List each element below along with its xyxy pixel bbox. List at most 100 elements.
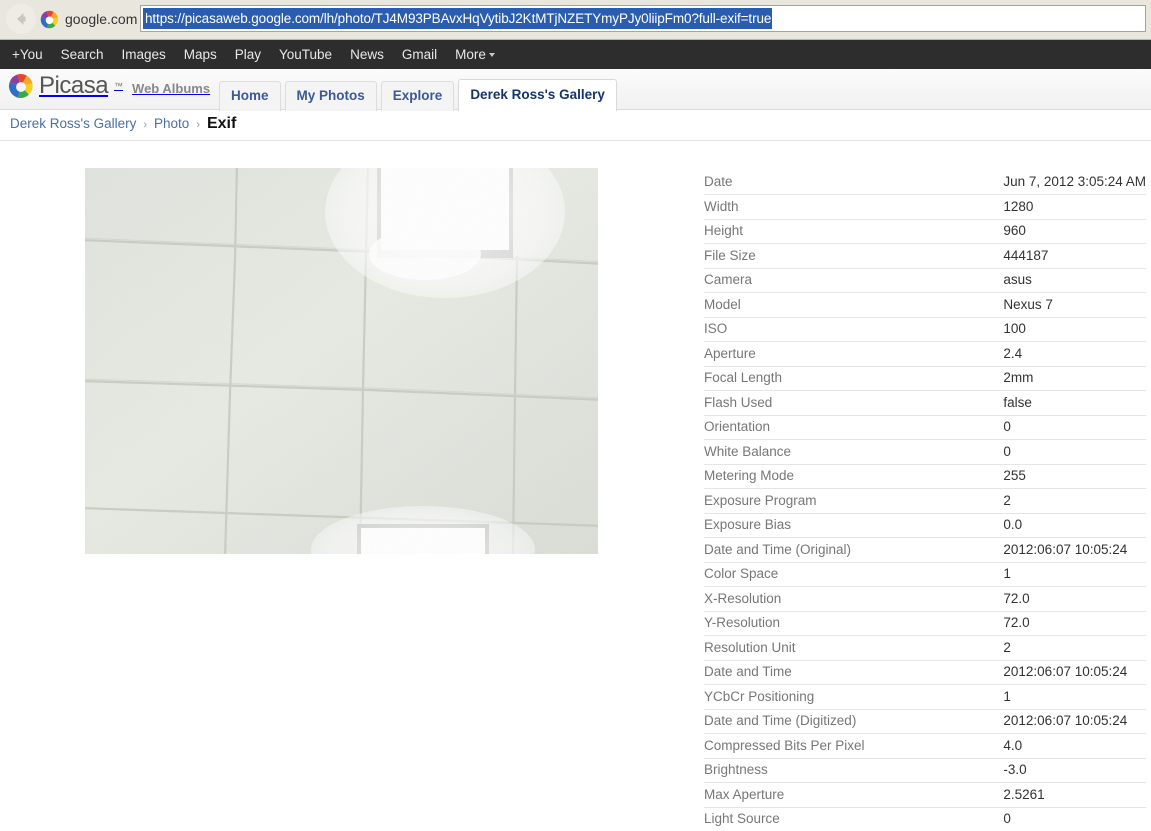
- picasa-header: Picasa ™ Web Albums Home My Photos Explo…: [0, 69, 1151, 111]
- exif-value: 2012:06:07 10:05:24: [1003, 709, 1146, 734]
- exif-key: Orientation: [704, 415, 1004, 440]
- back-button[interactable]: [6, 4, 36, 34]
- gnav-item-maps[interactable]: Maps: [175, 47, 226, 62]
- table-row: Height 960: [704, 219, 1146, 244]
- google-nav-bar: +You Search Images Maps Play YouTube New…: [0, 40, 1151, 69]
- exif-key: Y-Resolution: [704, 611, 1004, 636]
- table-row: Model Nexus 7: [704, 292, 1146, 318]
- exif-key: Max Aperture: [704, 782, 1004, 808]
- exif-key: Resolution Unit: [704, 635, 1004, 661]
- photo-viewer[interactable]: [85, 168, 598, 554]
- exif-value: asus: [1003, 268, 1146, 293]
- exif-key: Flash Used: [704, 390, 1004, 416]
- exif-value: 2mm: [1003, 366, 1146, 391]
- exif-key: Camera: [704, 268, 1004, 293]
- exif-key: White Balance: [704, 439, 1004, 465]
- breadcrumb-item-photo[interactable]: Photo: [154, 116, 189, 131]
- gnav-item-images[interactable]: Images: [112, 47, 174, 62]
- table-row: Compressed Bits Per Pixel 4.0: [704, 733, 1146, 759]
- exif-key: Brightness: [704, 758, 1004, 783]
- table-row: Orientation 0: [704, 415, 1146, 440]
- tab-my-photos[interactable]: My Photos: [284, 81, 377, 111]
- exif-value: 2.4: [1003, 341, 1146, 367]
- picasa-logo[interactable]: Picasa ™ Web Albums: [8, 73, 210, 99]
- exif-value: 100: [1003, 317, 1146, 342]
- exif-value: 0: [1003, 415, 1146, 440]
- ceiling-tiles-photo: [85, 168, 598, 554]
- back-arrow-icon: [17, 13, 26, 25]
- gnav-more-label: More: [455, 47, 486, 62]
- exif-value: 72.0: [1003, 611, 1146, 636]
- breadcrumb: Derek Ross's Gallery › Photo › Exif: [10, 115, 236, 133]
- page-root: google.com https://picasaweb.google.com/…: [0, 0, 1151, 831]
- address-bar[interactable]: https://picasaweb.google.com/lh/photo/TJ…: [140, 5, 1146, 32]
- picasa-subtitle: Web Albums: [132, 81, 211, 96]
- exif-value: -3.0: [1003, 758, 1146, 783]
- tab-derek-ross-gallery[interactable]: Derek Ross's Gallery: [458, 79, 617, 111]
- exif-key: Model: [704, 292, 1004, 318]
- table-row: Exposure Program 2: [704, 488, 1146, 514]
- table-row: Flash Used false: [704, 390, 1146, 416]
- trademark-symbol: ™: [114, 81, 124, 91]
- gnav-item-news[interactable]: News: [341, 47, 393, 62]
- gnav-item-gmail[interactable]: Gmail: [393, 47, 446, 62]
- table-row: Light Source 0: [704, 807, 1146, 831]
- exif-value: 2012:06:07 10:05:24: [1003, 537, 1146, 563]
- table-row: Date and Time (Original) 2012:06:07 10:05…: [704, 537, 1146, 563]
- exif-value: 1280: [1003, 194, 1146, 220]
- exif-key: Date and Time (Original): [704, 537, 1004, 563]
- table-row: ISO 100: [704, 317, 1146, 342]
- table-row: Camera asus: [704, 268, 1146, 293]
- exif-key: Focal Length: [704, 366, 1004, 391]
- gnav-item-play[interactable]: Play: [226, 47, 270, 62]
- gnav-item-more[interactable]: More: [446, 47, 504, 62]
- exif-value: false: [1003, 390, 1146, 416]
- exif-value: 0: [1003, 439, 1146, 465]
- exif-key: Compressed Bits Per Pixel: [704, 733, 1004, 759]
- exif-table-body: Date Jun 7, 2012 3:05:24 AM Width 1280 Hei…: [704, 170, 1146, 831]
- table-row: Width 1280: [704, 194, 1146, 220]
- breadcrumb-separator-icon: ›: [196, 119, 200, 131]
- exif-value: 0.0: [1003, 513, 1146, 538]
- table-row: Exposure Bias 0.0: [704, 513, 1146, 538]
- address-bar-text[interactable]: https://picasaweb.google.com/lh/photo/TJ…: [143, 8, 773, 29]
- site-identity-chip[interactable]: google.com: [40, 6, 145, 32]
- exif-key: File Size: [704, 243, 1004, 269]
- exif-value: 255: [1003, 464, 1146, 489]
- tab-home[interactable]: Home: [219, 81, 281, 111]
- chevron-down-icon: [488, 53, 495, 57]
- exif-key: Date and Time (Digitized): [704, 709, 1004, 734]
- exif-key: Aperture: [704, 341, 1004, 367]
- exif-key: Light Source: [704, 807, 1004, 831]
- gnav-item-search[interactable]: Search: [52, 47, 113, 62]
- exif-value: 72.0: [1003, 586, 1146, 612]
- header-tabs: Home My Photos Explore Derek Ross's Gall…: [219, 79, 617, 111]
- exif-key: Date: [704, 170, 1004, 195]
- table-row: Brightness -3.0: [704, 758, 1146, 783]
- table-row: Max Aperture 2.5261: [704, 782, 1146, 808]
- table-row: Metering Mode 255: [704, 464, 1146, 489]
- browser-toolbar: google.com https://picasaweb.google.com/…: [0, 0, 1151, 40]
- gnav-item-youtube[interactable]: YouTube: [270, 47, 341, 62]
- tab-explore[interactable]: Explore: [380, 81, 455, 111]
- exif-key: YCbCr Positioning: [704, 684, 1004, 710]
- exif-key: Width: [704, 194, 1004, 220]
- picasa-wordmark: Picasa: [39, 72, 109, 99]
- picasa-shutter-icon: [40, 10, 59, 28]
- exif-key: Metering Mode: [704, 464, 1004, 489]
- exif-key: Height: [704, 219, 1004, 244]
- exif-value: 0: [1003, 807, 1146, 831]
- table-row: X-Resolution 72.0: [704, 586, 1146, 612]
- exif-value: 444187: [1003, 243, 1146, 269]
- exif-value: Jun 7, 2012 3:05:24 AM: [1003, 170, 1146, 195]
- gnav-item-you[interactable]: +You: [8, 47, 52, 62]
- table-row: Resolution Unit 2: [704, 635, 1146, 661]
- exif-value: 2: [1003, 488, 1146, 514]
- picasa-shutter-icon: [8, 74, 33, 98]
- table-row: Date Jun 7, 2012 3:05:24 AM: [704, 170, 1146, 195]
- exif-value: 2.5261: [1003, 782, 1146, 808]
- exif-table: Date Jun 7, 2012 3:05:24 AM Width 1280 Hei…: [704, 170, 1146, 831]
- site-name-label: google.com: [65, 11, 138, 27]
- breadcrumb-item-gallery[interactable]: Derek Ross's Gallery: [10, 116, 136, 131]
- header-divider: [0, 140, 1151, 141]
